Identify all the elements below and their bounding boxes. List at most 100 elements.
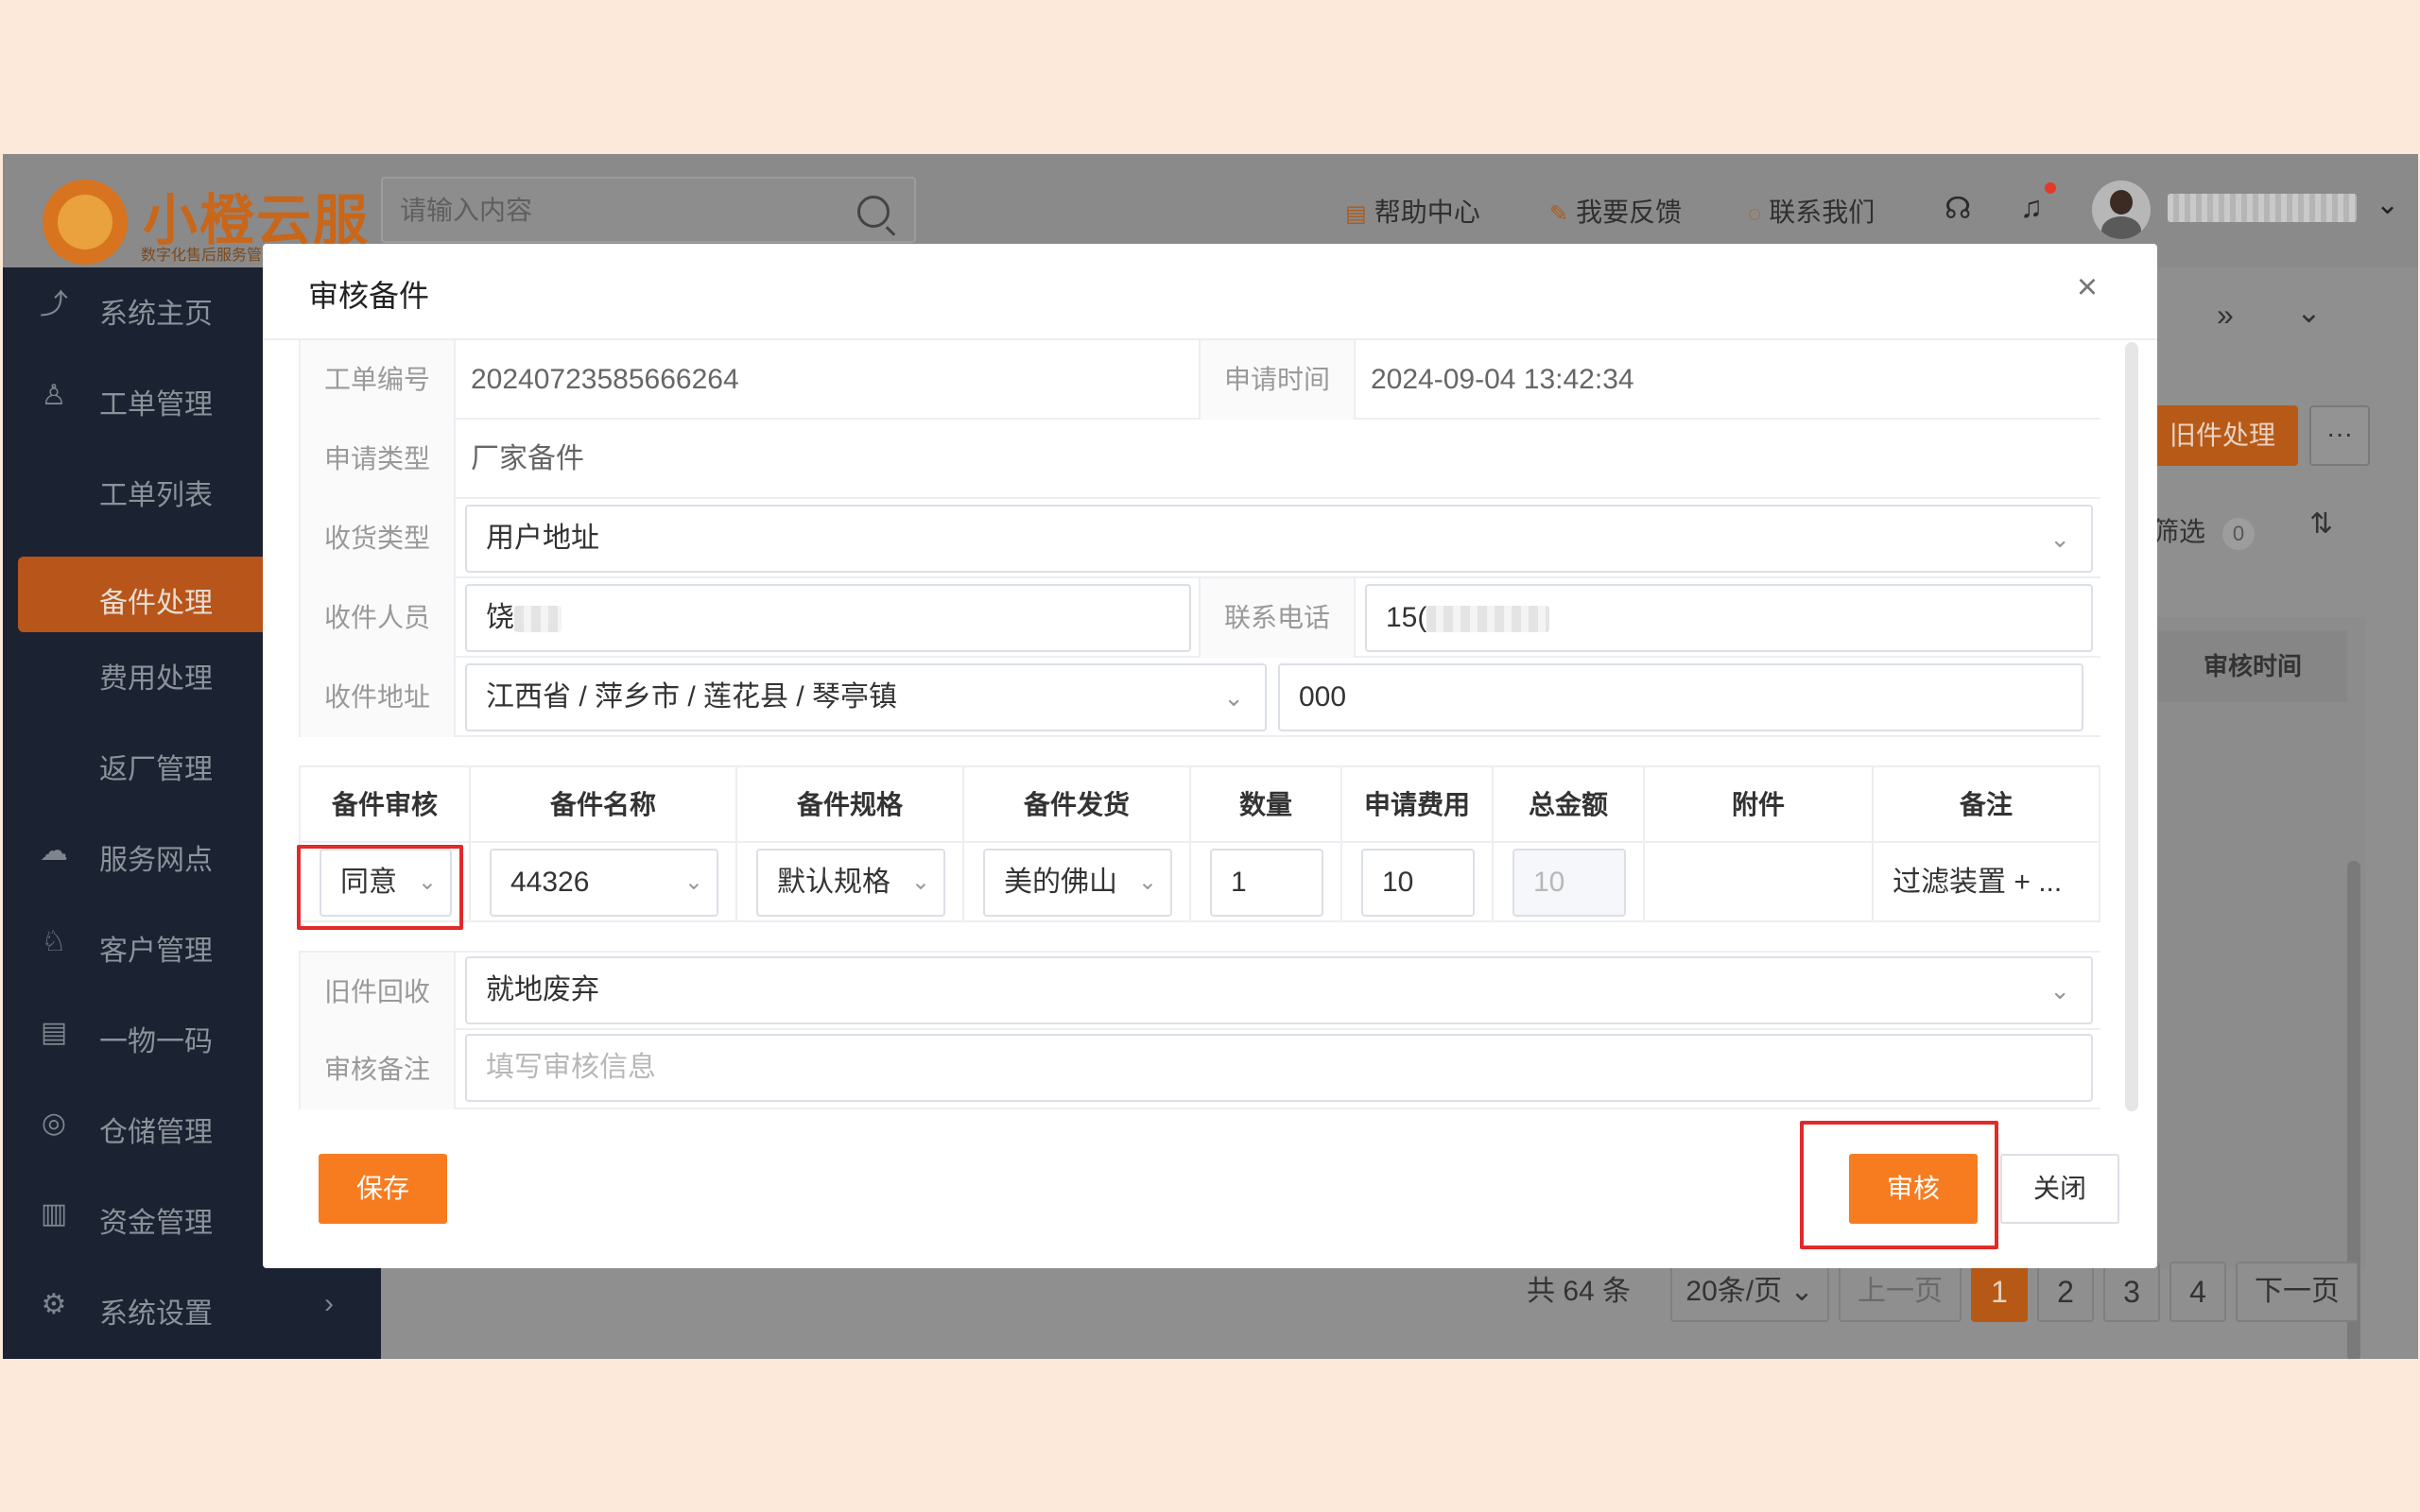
filter-count-badge: 0 (2222, 518, 2256, 550)
receive-type-label: 收货类型 (299, 499, 456, 578)
audit-parts-dialog: 审核备件 × 工单编号 20240723585666264 申请时间 2024-… (263, 244, 2157, 1268)
header-quantity: 数量 (1191, 767, 1342, 843)
next-page-button[interactable]: 下一页 (2236, 1262, 2359, 1322)
headset-icon[interactable]: ☊ (1945, 190, 1971, 226)
total-input: 10 (1512, 849, 1626, 917)
receiver-input[interactable]: 饶 (465, 584, 1191, 652)
chevron-down-icon: ⌄ (2049, 976, 2070, 1005)
chevron-down-icon: ⌄ (1223, 683, 1244, 712)
page-size-select[interactable]: 20条/页 ⌄ (1670, 1262, 1829, 1322)
notification-dot (2045, 182, 2056, 194)
address-detail-input[interactable]: 000 (1278, 663, 2083, 731)
redacted-name (514, 606, 562, 633)
apply-time-value: 2024-09-04 13:42:34 (1371, 364, 1634, 395)
pen-icon: ✎ (1549, 201, 1569, 227)
column-header-audit-time: 审核时间 (2158, 630, 2347, 702)
order-no-label: 工单编号 (299, 340, 456, 420)
form-row-address: 收件地址 江西省 / 萍乡市 / 莲花县 / 琴亭镇 ⌄ 000 (299, 658, 2100, 737)
cloud-icon: ☁ (40, 835, 68, 867)
sidebar-item-settings[interactable]: ⚙ 系统设置 › (3, 1267, 381, 1343)
chevron-right-icon: › (324, 1288, 334, 1319)
save-button[interactable]: 保存 (319, 1154, 447, 1224)
old-recycle-label: 旧件回收 (299, 953, 456, 1032)
form-row-old-recycle: 旧件回收 就地废弃 ⌄ (299, 951, 2100, 1032)
fee-input[interactable]: 10 (1361, 849, 1475, 917)
address-region-select[interactable]: 江西省 / 萍乡市 / 莲花县 / 琴亭镇 ⌄ (465, 663, 1267, 731)
search-input[interactable] (400, 192, 816, 230)
contact-link[interactable]: ◌ 联系我们 (1748, 192, 1875, 230)
apply-time-label: 申请时间 (1199, 340, 1356, 420)
shipping-select[interactable]: 美的佛山 ⌄ (983, 849, 1172, 917)
gear-icon: ⚙ (41, 1289, 67, 1320)
search-chat-icon: ◎ (41, 1108, 67, 1139)
page-4-button[interactable]: 4 (2169, 1262, 2226, 1322)
feedback-link[interactable]: ✎ 我要反馈 (1549, 192, 1682, 230)
page-2-button[interactable]: 2 (2037, 1262, 2094, 1322)
clipboard-icon: ▤ (40, 1017, 68, 1048)
receive-type-select[interactable]: 用户地址 ⌄ (465, 505, 2093, 573)
dialog-header: 审核备件 × (263, 244, 2157, 338)
highlight-audit-select (297, 845, 463, 930)
double-chevron-right-icon[interactable]: » (2217, 298, 2234, 333)
header-audit: 备件审核 (301, 767, 471, 843)
apply-type-value: 厂家备件 (471, 443, 584, 474)
dialog-scrollbar[interactable] (2125, 342, 2138, 1111)
bell-icon[interactable]: ♫ (2020, 190, 2043, 225)
header-note: 备注 (1874, 767, 2099, 843)
order-no-value: 20240723585666264 (471, 364, 739, 395)
chevron-down-icon: ⌄ (683, 850, 703, 915)
chat-icon: ◌ (1748, 201, 1762, 227)
page-3-button[interactable]: 3 (2103, 1262, 2160, 1322)
close-button[interactable]: 关闭 (2000, 1154, 2119, 1224)
search-icon[interactable] (857, 196, 890, 228)
chart-icon: ⤴ (40, 289, 68, 320)
chevron-down-icon: ⌄ (2049, 524, 2070, 553)
sort-icon[interactable]: ⇅ (2309, 507, 2333, 541)
parts-table: 备件审核 备件名称 备件规格 备件发货 数量 申请费用 总金额 附件 备注 同意… (299, 765, 2100, 922)
cell-spec: 默认规格 ⌄ (737, 843, 964, 922)
more-button[interactable]: ··· (2309, 405, 2370, 466)
receiver-label: 收件人员 (299, 578, 456, 658)
form-row-audit-note: 审核备注 填写审核信息 (299, 1030, 2100, 1109)
filter-button[interactable]: 筛选 0 (2152, 511, 2256, 550)
cell-attachment (1645, 843, 1874, 922)
phone-input[interactable]: 15( (1365, 584, 2093, 652)
form-row-receiver: 收件人员 饶 联系电话 15( (299, 578, 2100, 658)
phone-label: 联系电话 (1199, 578, 1356, 658)
form-row-apply-type: 申请类型 厂家备件 (299, 420, 2100, 499)
apply-type-label: 申请类型 (299, 420, 456, 499)
chevron-down-icon[interactable]: ⌄ (2376, 188, 2399, 221)
prev-page-button[interactable]: 上一页 (1839, 1262, 1962, 1322)
attachment-value (1645, 843, 1662, 922)
note-value[interactable]: 过滤装置 + ... (1876, 843, 2062, 922)
spec-select[interactable]: 默认规格 ⌄ (756, 849, 945, 917)
form-row-receive-type: 收货类型 用户地址 ⌄ (299, 499, 2100, 578)
old-recycle-select[interactable]: 就地废弃 ⌄ (465, 956, 2093, 1024)
avatar[interactable] (2092, 180, 2151, 239)
header-fee: 申请费用 (1342, 767, 1494, 843)
global-search[interactable] (381, 177, 916, 243)
help-center-link[interactable]: ▤ 帮助中心 (1345, 192, 1480, 230)
highlight-audit-button (1800, 1121, 1998, 1249)
cell-part-name: 44326 ⌄ (471, 843, 737, 922)
bar-chart-icon: ▥ (40, 1198, 68, 1229)
close-icon[interactable]: × (2068, 268, 2106, 306)
dialog-title: 审核备件 (308, 279, 430, 313)
data-table (2139, 617, 2366, 1269)
header-shipping: 备件发货 (964, 767, 1191, 843)
person-icon: ♘ (41, 926, 67, 957)
header-spec: 备件规格 (737, 767, 964, 843)
old-parts-button[interactable]: 旧件处理 (2147, 405, 2298, 466)
header-attachment: 附件 (1645, 767, 1874, 843)
part-name-select[interactable]: 44326 ⌄ (490, 849, 718, 917)
page-1-button[interactable]: 1 (1971, 1262, 2028, 1322)
cell-fee: 10 (1342, 843, 1494, 922)
pagination-total: 共 64 条 (1527, 1276, 1632, 1307)
cell-total: 10 (1494, 843, 1645, 922)
chevron-down-icon[interactable]: ⌄ (2296, 294, 2322, 330)
audit-note-input[interactable]: 填写审核信息 (465, 1034, 2093, 1102)
quantity-input[interactable]: 1 (1210, 849, 1323, 917)
redacted-phone (1426, 606, 1550, 633)
chevron-down-icon: ⌄ (910, 850, 930, 915)
chevron-down-icon: ⌄ (1137, 850, 1157, 915)
